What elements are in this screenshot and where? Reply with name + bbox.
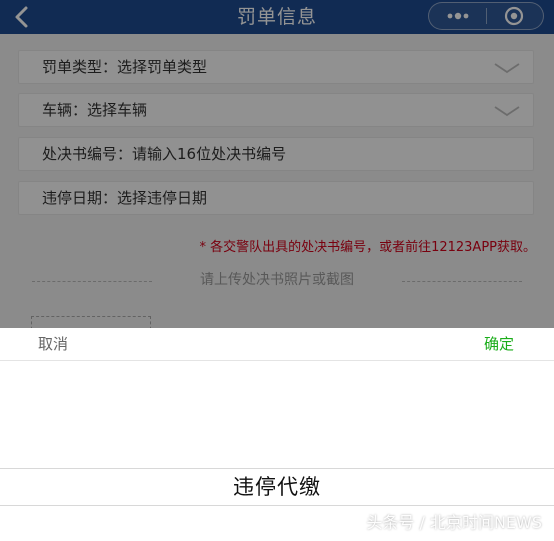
- picker-toolbar: 取消 确定: [0, 328, 554, 361]
- modal-overlay[interactable]: [0, 0, 554, 328]
- picker-selection-line-bottom: [0, 505, 554, 506]
- picker-selection-line-top: [0, 468, 554, 469]
- picker-option[interactable]: 违停代缴: [0, 470, 554, 504]
- cancel-button[interactable]: 取消: [38, 328, 68, 361]
- confirm-button[interactable]: 确定: [484, 328, 514, 361]
- watermark: 头条号 / 北京时间NEWS: [366, 513, 542, 532]
